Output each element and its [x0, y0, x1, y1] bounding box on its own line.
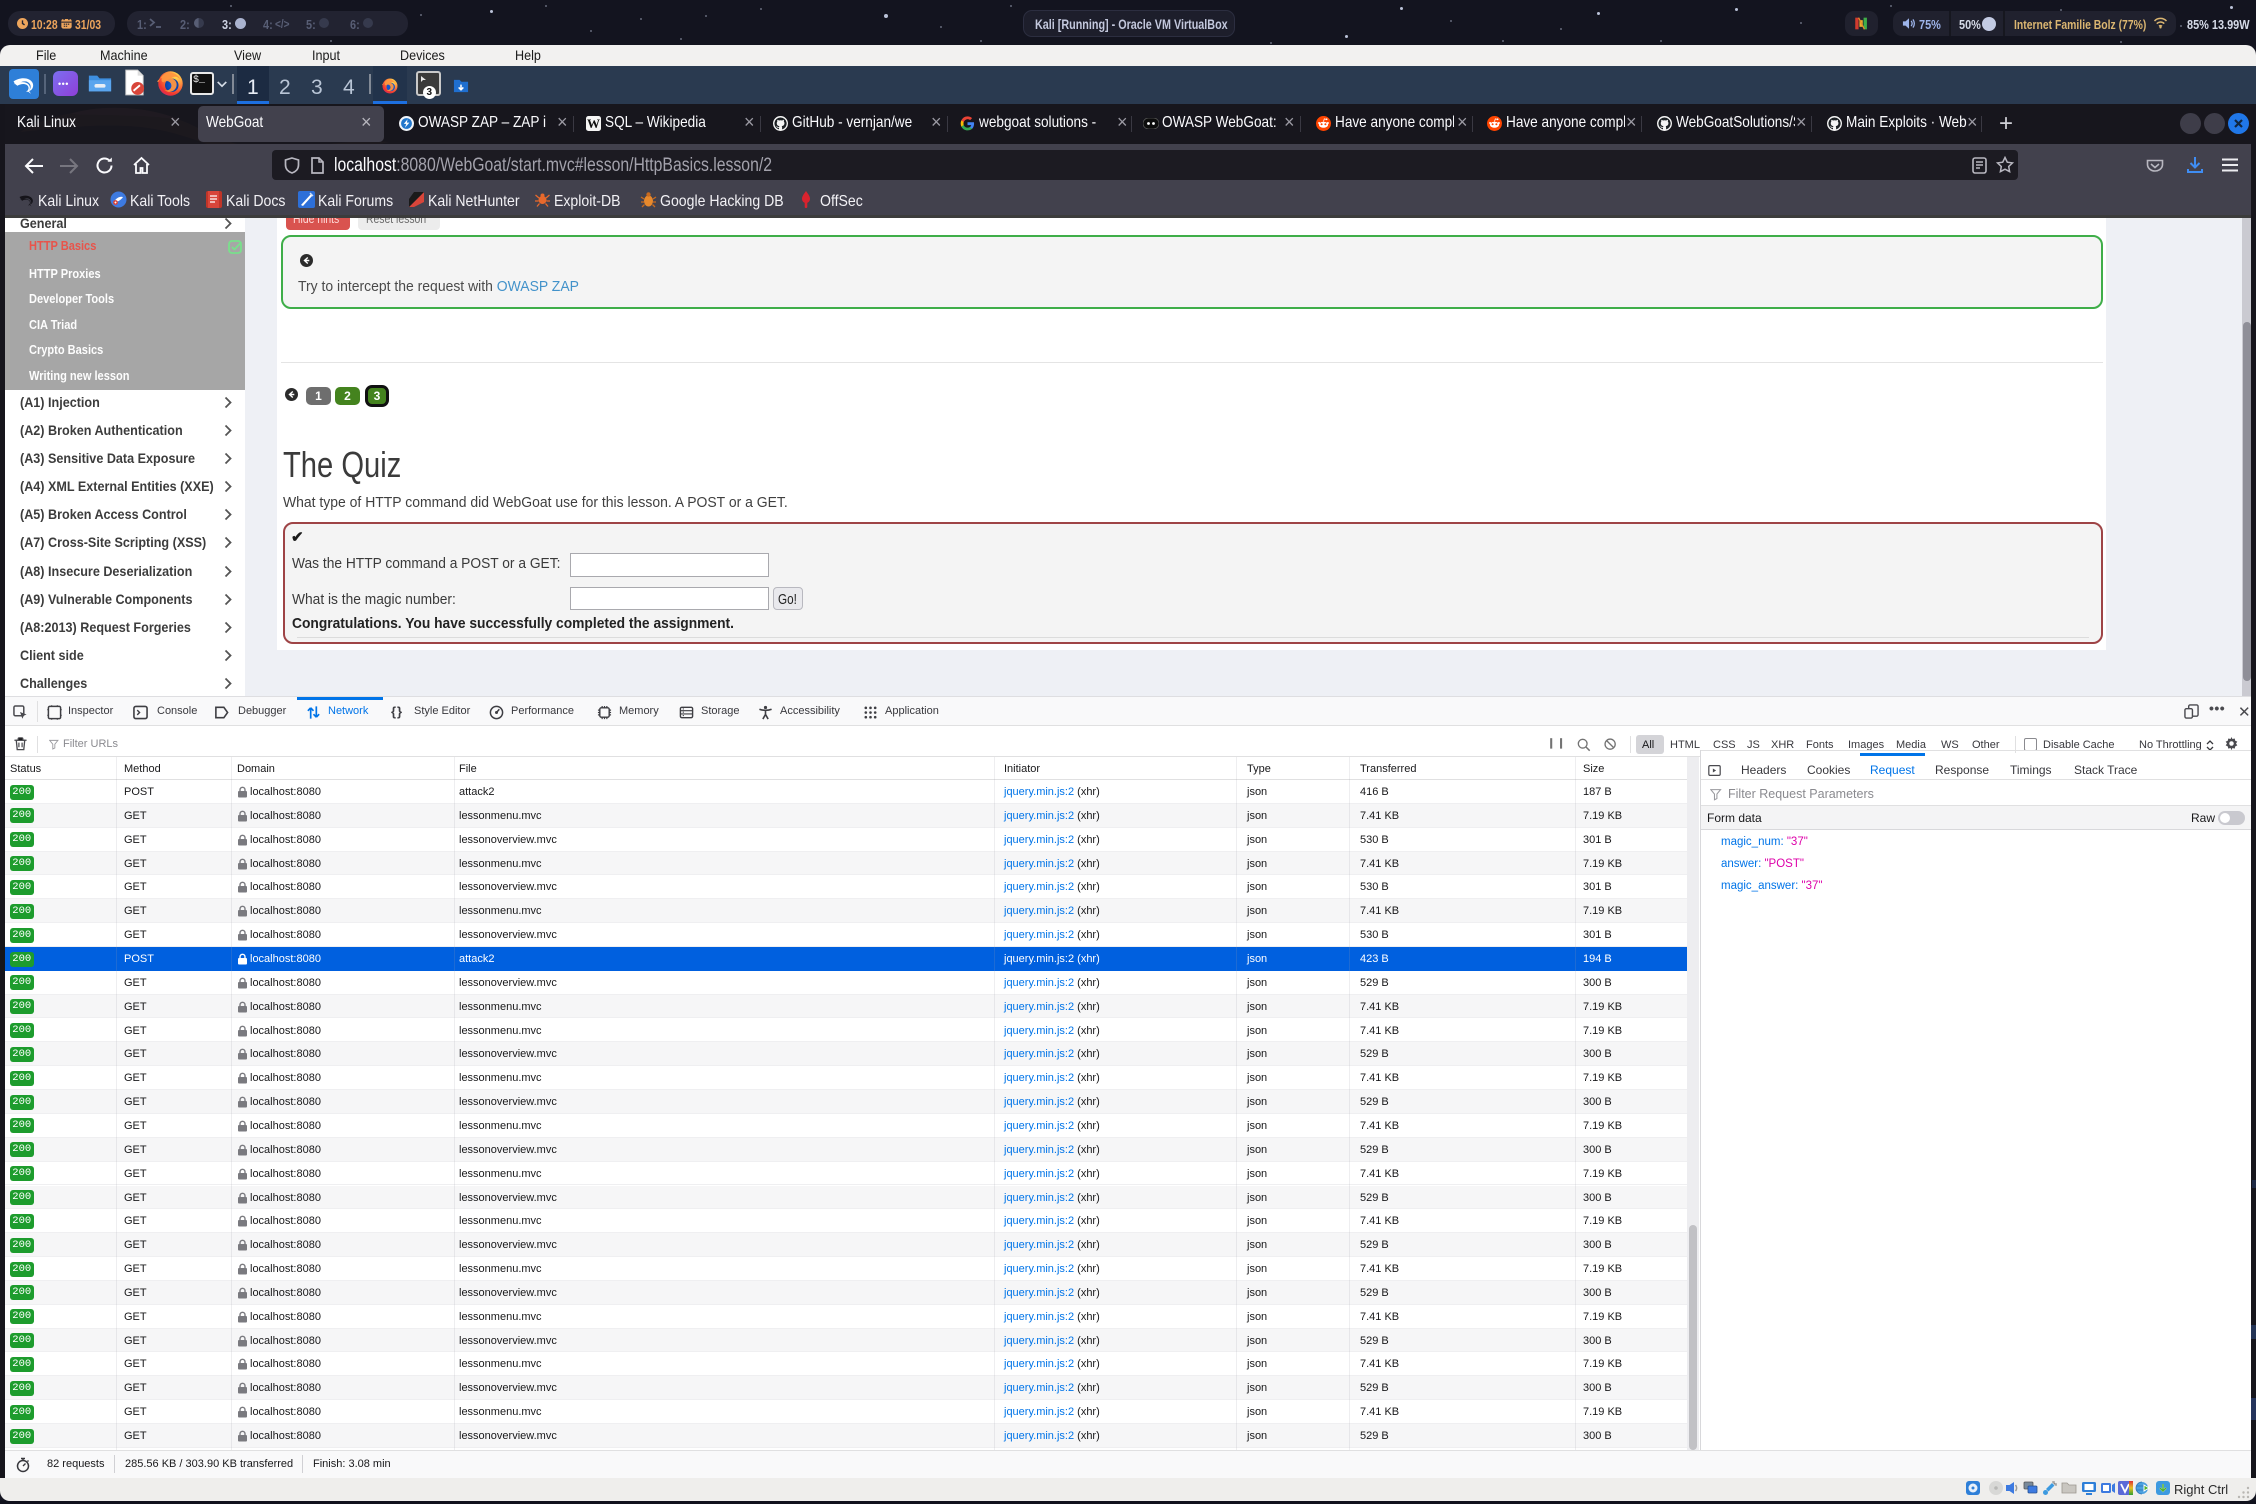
svg-text:W: W [587, 116, 600, 131]
